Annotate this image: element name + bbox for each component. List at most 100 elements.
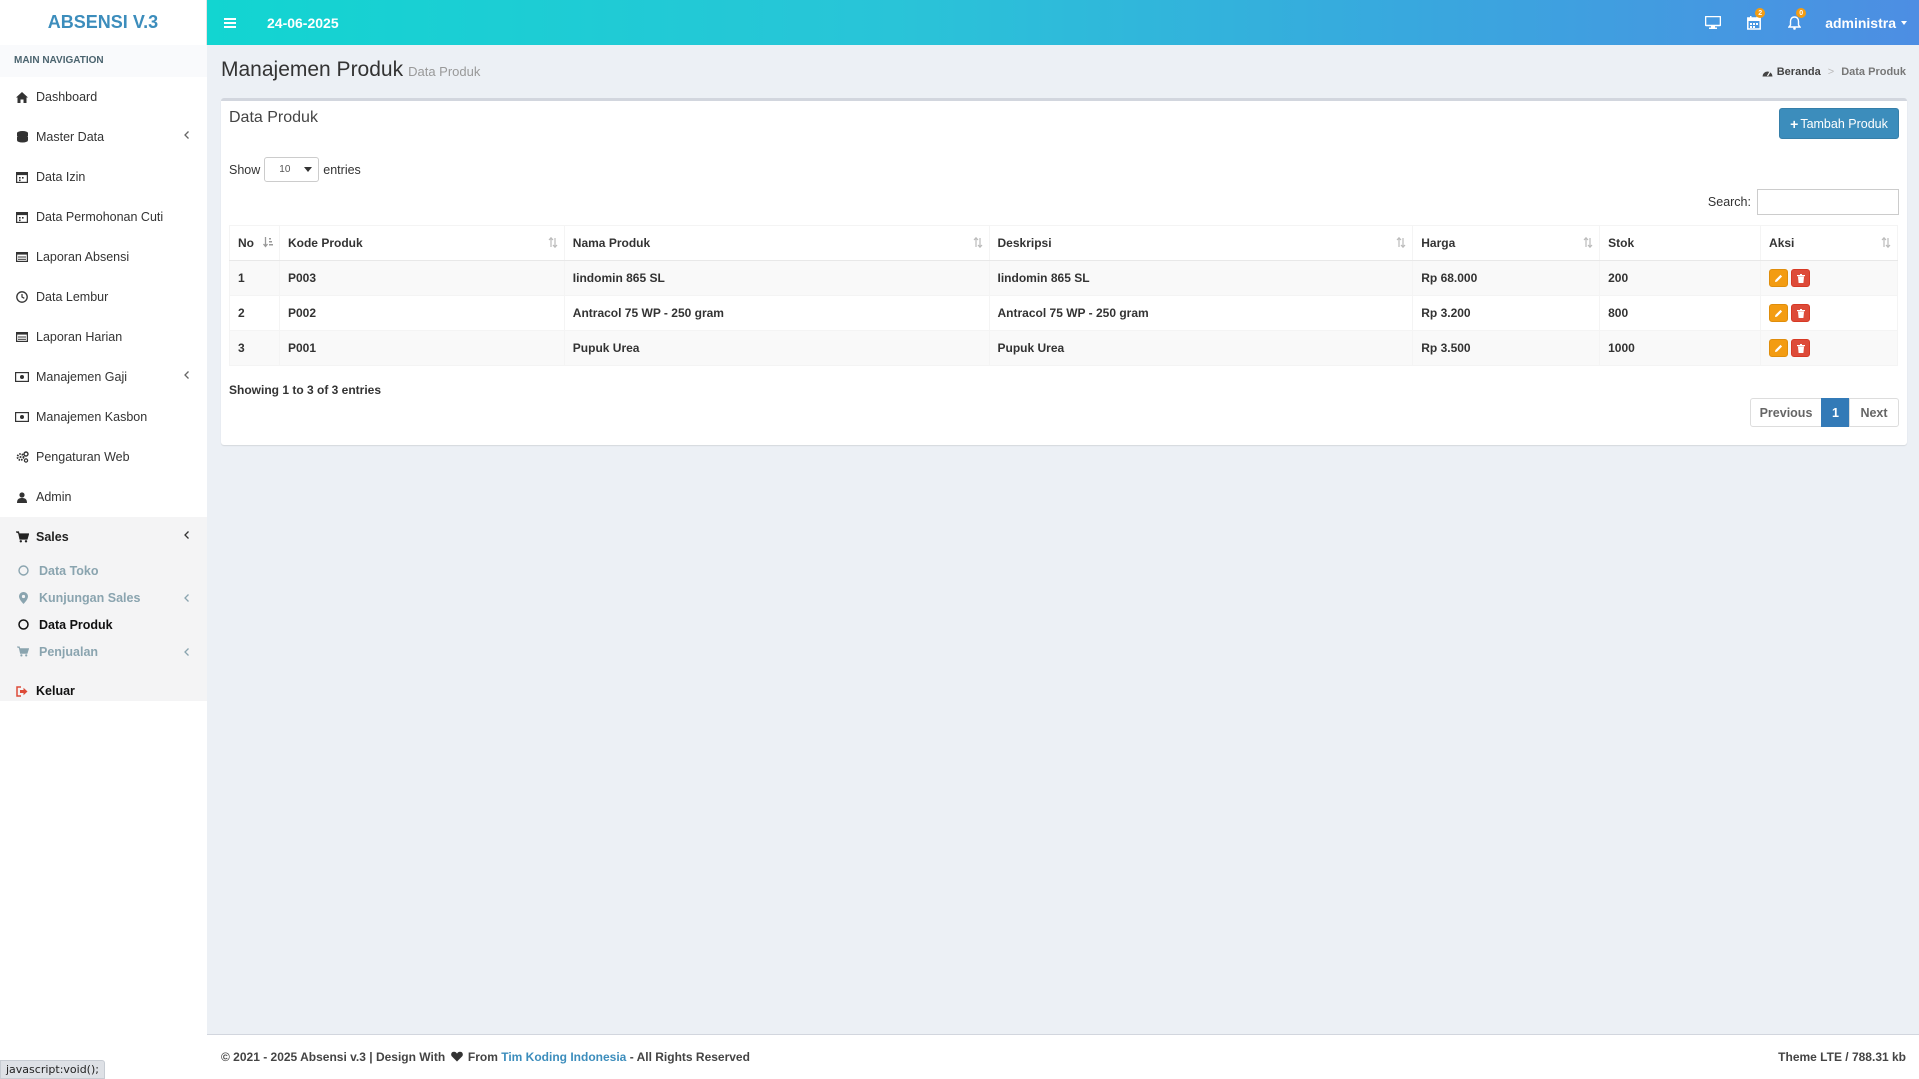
caret-down-icon <box>1901 20 1907 25</box>
user-menu[interactable]: administra <box>1815 0 1919 45</box>
cell-deskripsi: Antracol 75 WP - 250 gram <box>988 295 1414 331</box>
sidebar-item-data-permohonan-cuti[interactable]: Data Permohonan Cuti <box>0 197 207 237</box>
produk-table: No Kode Produk Nama Produk Deskripsi Har… <box>229 225 1898 366</box>
edit-button[interactable] <box>1769 339 1789 357</box>
th-harga[interactable]: Harga <box>1412 225 1601 261</box>
search-input[interactable] <box>1757 189 1899 215</box>
header-date: 24-06-2025 <box>267 14 339 31</box>
footer-from: From <box>467 1049 498 1064</box>
sign-out-icon <box>15 684 29 698</box>
sidebar-subitem-penjualan[interactable]: Penjualan <box>0 638 207 665</box>
list-icon <box>15 250 29 264</box>
sort-icon <box>1396 237 1406 248</box>
page-subtitle: Data Produk <box>408 64 481 79</box>
th-stok[interactable]: Stok <box>1599 225 1762 261</box>
breadcrumb-home-link[interactable]: Beranda <box>1777 66 1821 78</box>
sidebar-item-pengaturan-web[interactable]: Pengaturan Web <box>0 437 207 477</box>
pagination-previous[interactable]: Previous <box>1750 398 1822 427</box>
sidebar-item-label: Pengaturan Web <box>36 450 130 464</box>
sort-icon <box>1881 237 1891 248</box>
desktop-icon <box>1704 16 1721 29</box>
th-label: Deskripsi <box>997 236 1052 250</box>
sidebar-item-laporan-harian[interactable]: Laporan Harian <box>0 317 207 357</box>
trash-icon <box>1796 308 1805 318</box>
cell-kode: P002 <box>278 295 565 331</box>
sidebar-item-sales[interactable]: Sales <box>0 517 207 556</box>
th-nama-produk[interactable]: Nama Produk <box>563 225 990 261</box>
footer-version: Theme LTE / 788.31 kb <box>1778 1050 1906 1064</box>
cell-harga: Rp 3.200 <box>1412 295 1601 331</box>
app-logo[interactable]: ABSENSI V.3 <box>0 0 207 45</box>
trash-icon <box>1796 273 1805 283</box>
cogs-icon <box>15 450 29 464</box>
tambah-produk-label: Tambah Produk <box>1800 116 1888 131</box>
cell-aksi <box>1760 295 1898 331</box>
delete-button[interactable] <box>1791 269 1811 287</box>
th-kode-produk[interactable]: Kode Produk <box>278 225 565 261</box>
chevron-left-icon <box>184 131 189 139</box>
sidebar-subitem-kunjungan-sales[interactable]: Kunjungan Sales <box>0 584 207 611</box>
cell-aksi <box>1760 330 1898 366</box>
sidebar-item-data-izin[interactable]: Data Izin <box>0 157 207 197</box>
user-icon <box>15 490 29 504</box>
sidebar-item-data-lembur[interactable]: Data Lembur <box>0 277 207 317</box>
th-label: Stok <box>1608 236 1635 250</box>
bell-notification-button[interactable]: 0 <box>1774 0 1815 45</box>
th-label: Aksi <box>1769 236 1795 250</box>
edit-button[interactable] <box>1769 304 1789 322</box>
circle-icon <box>17 565 29 577</box>
tambah-produk-button[interactable]: + Tambah Produk <box>1779 108 1899 139</box>
th-no[interactable]: No <box>229 225 280 261</box>
list-icon <box>15 330 29 344</box>
footer-link[interactable]: Tim Koding Indonesia <box>501 1050 626 1064</box>
sidebar-item-manajemen-kasbon[interactable]: Manajemen Kasbon <box>0 397 207 437</box>
th-label: Nama Produk <box>572 236 651 250</box>
show-label: Show <box>229 162 261 177</box>
sidebar-item-label: Data Permohonan Cuti <box>36 210 164 224</box>
table-row: 3 P001 Pupuk Urea Pupuk Urea Rp 3.500 10… <box>229 330 1898 366</box>
pagination-next[interactable]: Next <box>1849 398 1899 427</box>
pagination-page-1[interactable]: 1 <box>1821 398 1850 427</box>
sidebar-item-dashboard[interactable]: Dashboard <box>0 77 207 117</box>
sidebar-item-master-data[interactable]: Master Data <box>0 117 207 157</box>
sidebar-subitem-data-toko[interactable]: Data Toko <box>0 557 207 584</box>
page-length-select[interactable]: 10 <box>264 157 320 182</box>
navbar-right: 2 0 administra <box>1692 0 1919 45</box>
sidebar-subitem-label: Data Toko <box>39 563 99 578</box>
delete-button[interactable] <box>1791 339 1811 357</box>
sidebar-toggle-button[interactable] <box>211 0 249 45</box>
pencil-icon <box>1774 344 1783 353</box>
monitor-button[interactable] <box>1692 0 1733 45</box>
sidebar-item-label: Manajemen Gaji <box>36 370 128 384</box>
pencil-icon <box>1774 274 1783 283</box>
money-icon <box>15 410 29 424</box>
cell-aksi <box>1760 260 1898 296</box>
sales-submenu: Data Toko Kunjungan Sales Data Produk Pe… <box>0 556 207 671</box>
sidebar-item-admin[interactable]: Admin <box>0 477 207 517</box>
cell-deskripsi: Pupuk Urea <box>988 330 1414 366</box>
th-deskripsi[interactable]: Deskripsi <box>988 225 1414 261</box>
delete-button[interactable] <box>1791 304 1811 322</box>
cell-deskripsi: Iindomin 865 SL <box>988 260 1414 296</box>
sidebar-subitem-data-produk[interactable]: Data Produk <box>0 611 207 638</box>
edit-button[interactable] <box>1769 269 1789 287</box>
sort-icon <box>548 237 558 248</box>
cell-no: 3 <box>229 330 280 366</box>
th-aksi[interactable]: Aksi <box>1760 225 1898 261</box>
cart-icon <box>15 530 29 544</box>
calendar-icon <box>15 170 29 184</box>
calendar-notification-button[interactable]: 2 <box>1733 0 1774 45</box>
sidebar-item-manajemen-gaji[interactable]: Manajemen Gaji <box>0 357 207 397</box>
sidebar-item-laporan-absensi[interactable]: Laporan Absensi <box>0 237 207 277</box>
cell-kode: P003 <box>278 260 565 296</box>
sidebar-item-label: Master Data <box>36 130 105 144</box>
footer-copyright: © 2021 - 2025 Absensi v.3 | Design With … <box>221 1050 750 1065</box>
home-icon <box>15 90 29 104</box>
pencil-icon <box>1774 309 1783 318</box>
heart-icon <box>450 1051 463 1065</box>
cell-harga: Rp 68.000 <box>1412 260 1601 296</box>
plus-icon: + <box>1790 115 1799 132</box>
sidebar: MAIN NAVIGATION Dashboard Master Data Da… <box>0 45 207 711</box>
box-title: Data Produk <box>229 109 318 126</box>
cell-stok: 200 <box>1599 260 1762 296</box>
